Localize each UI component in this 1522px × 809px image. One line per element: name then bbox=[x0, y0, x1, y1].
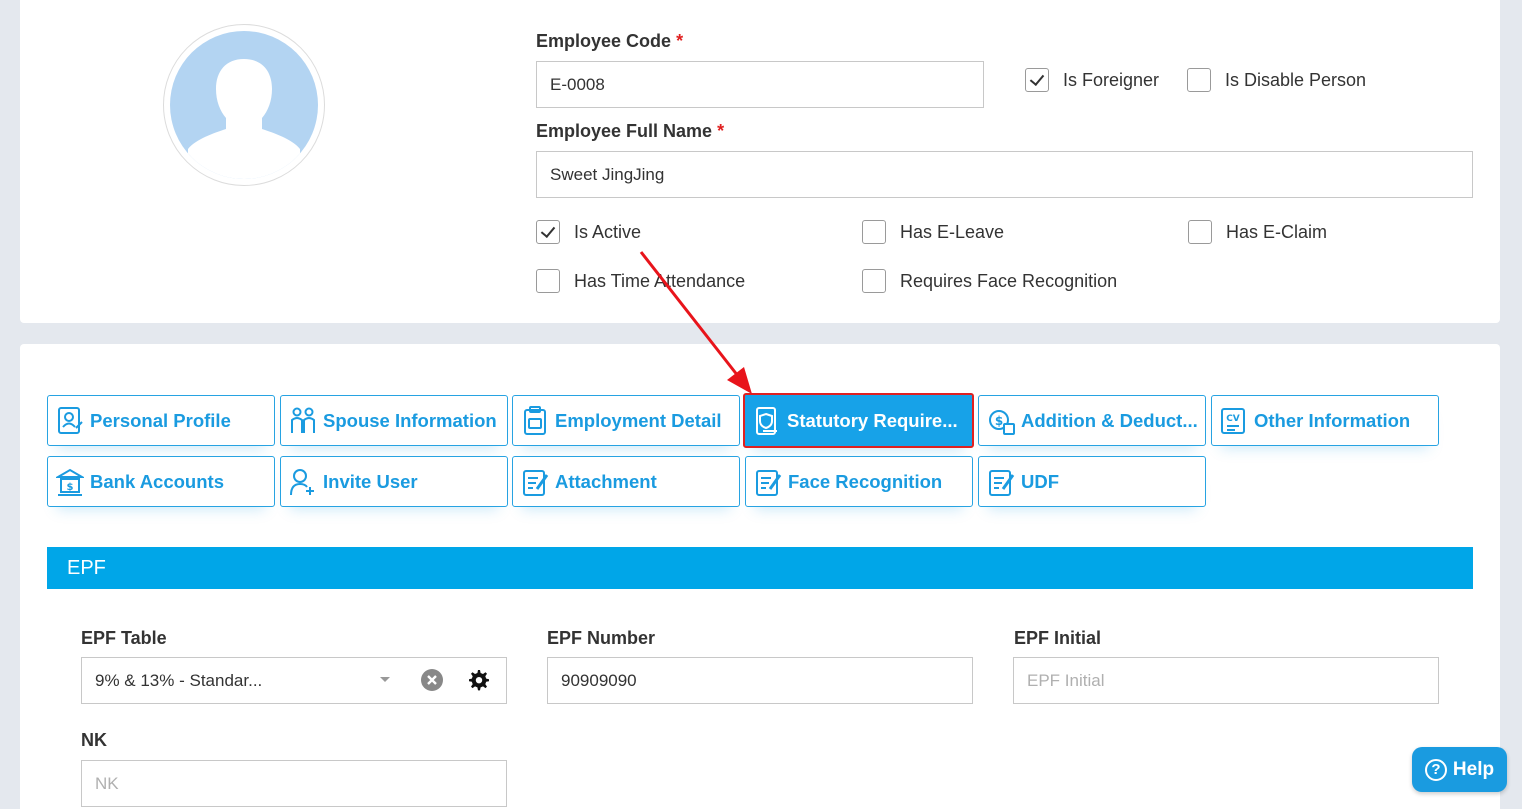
checkbox-box[interactable] bbox=[1025, 68, 1049, 92]
nk-label: NK bbox=[81, 730, 107, 750]
tab-spouse-information[interactable]: Spouse Information bbox=[280, 395, 508, 446]
checkbox-box[interactable] bbox=[536, 220, 560, 244]
tab-addition-deduction[interactable]: $ Addition & Deduct... bbox=[978, 395, 1206, 446]
tab-label: Invite User bbox=[323, 470, 418, 492]
gear-icon[interactable] bbox=[466, 668, 490, 692]
epf-number-label: EPF Number bbox=[547, 628, 656, 648]
help-icon: ? bbox=[1424, 758, 1447, 781]
epf-table-label: EPF Table bbox=[81, 628, 167, 648]
chevron-down-icon[interactable] bbox=[378, 668, 392, 692]
money-icon: $ bbox=[989, 409, 1015, 435]
checkbox-label: Is Active bbox=[574, 221, 642, 242]
shield-document-icon bbox=[756, 406, 777, 435]
requires-face-recognition-checkbox[interactable]: Requires Face Recognition bbox=[862, 269, 1117, 293]
checkbox-label: Has E-Leave bbox=[900, 221, 1005, 242]
clipboard-icon bbox=[524, 405, 546, 435]
is-disable-person-checkbox[interactable]: Is Disable Person bbox=[1187, 68, 1366, 92]
help-label: Help bbox=[1452, 758, 1495, 780]
svg-text:$: $ bbox=[67, 482, 74, 493]
svg-text:$: $ bbox=[995, 414, 1003, 428]
nk-input[interactable]: NK bbox=[81, 760, 507, 807]
person-silhouette-icon bbox=[188, 59, 300, 179]
tab-label: Statutory Require... bbox=[787, 409, 958, 431]
profile-icon bbox=[58, 406, 83, 434]
tab-face-recognition[interactable]: Face Recognition bbox=[745, 456, 973, 507]
tab-statutory-requirement[interactable]: Statutory Require... bbox=[743, 393, 974, 448]
required-marker: * bbox=[717, 121, 725, 141]
has-e-leave-checkbox[interactable]: Has E-Leave bbox=[862, 220, 1004, 244]
is-active-checkbox[interactable]: Is Active bbox=[536, 220, 641, 244]
employee-name-label: Employee Full Name * bbox=[536, 121, 725, 141]
is-foreigner-checkbox[interactable]: Is Foreigner bbox=[1025, 68, 1159, 92]
tab-label: Spouse Information bbox=[323, 409, 497, 431]
tab-udf[interactable]: UDF bbox=[978, 456, 1206, 507]
tab-attachment[interactable]: Attachment bbox=[512, 456, 740, 507]
checkbox-label: Requires Face Recognition bbox=[900, 270, 1118, 291]
couple-icon bbox=[291, 407, 315, 433]
edit-document-icon bbox=[989, 469, 1015, 496]
employee-name-input[interactable]: Sweet JingJing bbox=[536, 151, 1473, 198]
checkbox-label: Has Time Attendance bbox=[574, 270, 746, 291]
tab-label: Other Information bbox=[1254, 409, 1411, 431]
cv-icon: CV bbox=[1221, 407, 1245, 434]
epf-initial-label: EPF Initial bbox=[1014, 628, 1102, 648]
checkbox-label: Is Disable Person bbox=[1225, 69, 1367, 90]
tab-label: Face Recognition bbox=[788, 470, 943, 492]
tab-personal-profile[interactable]: Personal Profile bbox=[47, 395, 275, 446]
bank-icon: $ bbox=[56, 468, 84, 496]
checkbox-label: Is Foreigner bbox=[1063, 69, 1160, 90]
tab-label: UDF bbox=[1021, 470, 1060, 492]
tab-label: Attachment bbox=[555, 470, 657, 492]
has-e-claim-checkbox[interactable]: Has E-Claim bbox=[1188, 220, 1327, 244]
checkbox-box[interactable] bbox=[536, 269, 560, 293]
tab-label: Bank Accounts bbox=[90, 470, 224, 492]
epf-table-actions bbox=[378, 668, 490, 692]
epf-number-input[interactable]: 90909090 bbox=[547, 657, 973, 704]
avatar-placeholder bbox=[170, 31, 318, 179]
tab-other-information[interactable]: CV Other Information bbox=[1211, 395, 1439, 446]
required-marker: * bbox=[676, 31, 684, 51]
tab-label: Addition & Deduct... bbox=[1021, 409, 1198, 431]
checkbox-box[interactable] bbox=[1187, 68, 1211, 92]
tab-label: Employment Detail bbox=[555, 409, 722, 431]
epf-table-value: 9% & 13% - Standar... bbox=[95, 670, 263, 690]
clear-icon[interactable] bbox=[420, 668, 444, 692]
tab-invite-user[interactable]: Invite User bbox=[280, 456, 508, 507]
add-user-icon bbox=[290, 468, 314, 495]
has-time-attendance-checkbox[interactable]: Has Time Attendance bbox=[536, 269, 745, 293]
checkbox-box[interactable] bbox=[862, 220, 886, 244]
employee-avatar[interactable] bbox=[163, 24, 325, 186]
checkbox-box[interactable] bbox=[862, 269, 886, 293]
edit-document-icon bbox=[523, 469, 549, 496]
checkbox-label: Has E-Claim bbox=[1226, 221, 1328, 242]
tab-label: Personal Profile bbox=[90, 409, 231, 431]
help-button[interactable]: ? Help bbox=[1412, 747, 1507, 792]
tab-bank-accounts[interactable]: $ Bank Accounts bbox=[47, 456, 275, 507]
epf-section-header: EPF bbox=[47, 547, 1473, 589]
epf-initial-input[interactable]: EPF Initial bbox=[1013, 657, 1439, 704]
employee-code-input[interactable]: E-0008 bbox=[536, 61, 984, 108]
edit-document-icon bbox=[756, 469, 782, 496]
tab-employment-detail[interactable]: Employment Detail bbox=[512, 395, 740, 446]
svg-text:CV: CV bbox=[1226, 414, 1240, 424]
checkbox-box[interactable] bbox=[1188, 220, 1212, 244]
employee-code-label: Employee Code * bbox=[536, 31, 684, 51]
